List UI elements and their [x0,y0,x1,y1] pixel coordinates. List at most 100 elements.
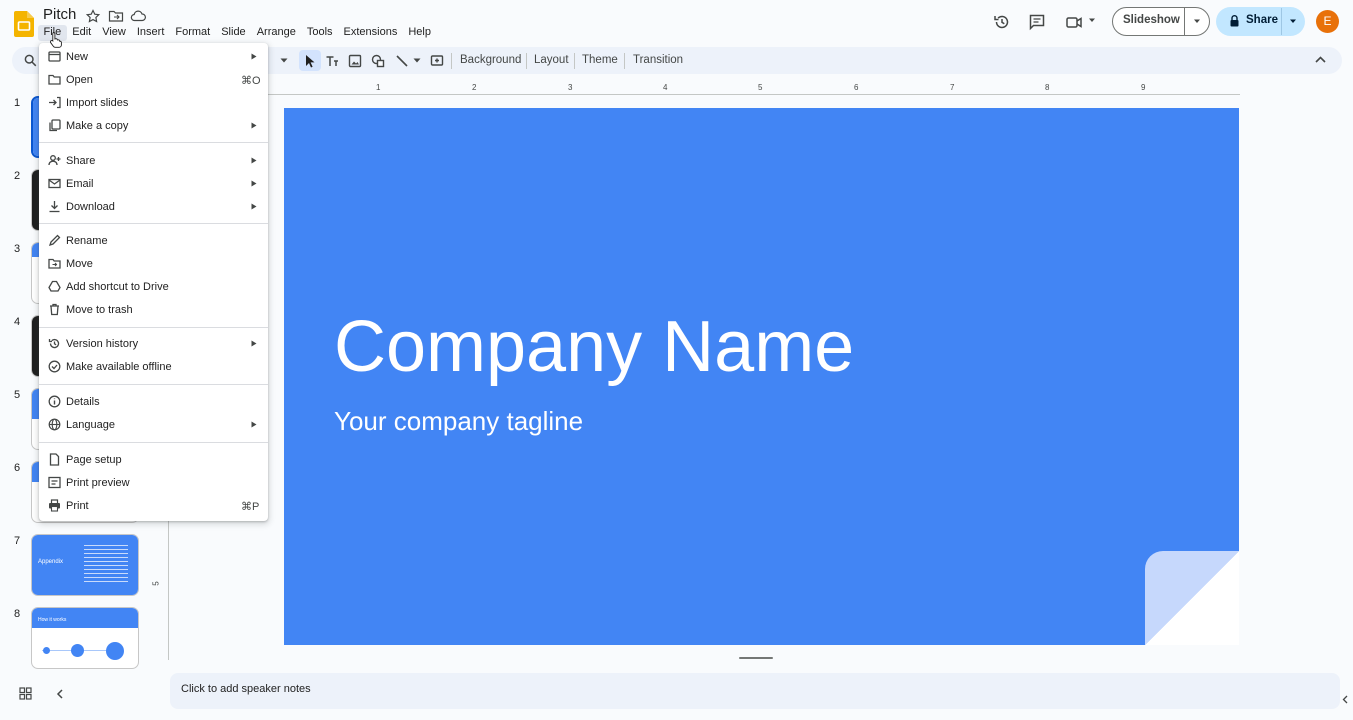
line-tool-icon[interactable] [395,54,409,68]
ruler-number: 9 [1141,83,1146,92]
page-setup-icon [49,453,60,466]
ruler-number: 4 [663,83,668,92]
menu-format[interactable]: Format [170,25,216,41]
slide-thumbnail-8[interactable]: How it works [31,607,139,669]
slide-number: 3 [14,243,21,255]
slideshow-label[interactable]: Slideshow [1123,14,1180,26]
toolbar-separator [451,53,452,69]
lock-icon [1230,15,1239,27]
menu-label: Page setup [66,454,122,466]
download-icon [49,201,60,213]
text-box-icon[interactable] [325,54,339,68]
ruler-number: 2 [472,83,477,92]
background-button[interactable]: Background [460,54,521,66]
menu-label: Language [66,419,115,431]
globe-icon [48,418,61,431]
submenu-arrow-icon [251,157,257,164]
slide-number: 5 [14,389,21,401]
thumbnail-title: Appendix [38,559,64,565]
share-options-icon[interactable] [1289,18,1297,24]
menu-label: Rename [66,235,108,247]
chevron-left-icon[interactable] [56,689,63,699]
insert-image-icon[interactable] [348,54,362,68]
offline-icon [48,360,61,373]
move-to-folder-icon[interactable] [108,9,124,23]
trash-icon [50,303,59,316]
video-call-icon[interactable] [1066,13,1082,31]
slide-number: 2 [14,170,21,182]
rename-icon [48,234,61,247]
video-call-dropdown-icon[interactable] [1088,17,1096,23]
layout-button[interactable]: Layout [534,54,569,66]
shape-icon[interactable] [371,54,385,68]
menu-label: Print preview [66,477,130,489]
menu-label: Print [66,500,89,512]
submenu-arrow-icon [251,340,257,347]
menu-label: Share [66,155,96,167]
menu-arrange[interactable]: Arrange [251,25,301,41]
menu-tools[interactable]: Tools [301,25,338,41]
toolbar-separator [526,53,527,69]
ruler-number: 7 [950,83,955,92]
chevron-up-icon[interactable] [1315,56,1326,63]
menu-label: Email [66,178,94,190]
slide-thumbnail-7[interactable]: Appendix [31,534,139,596]
version-history-icon[interactable] [993,13,1011,31]
slide-canvas[interactable]: Company Name Your company tagline [284,108,1239,645]
zoom-dropdown-icon[interactable] [280,58,288,63]
submenu-arrow-icon [251,180,257,187]
import-icon [49,96,61,109]
menu-help[interactable]: Help [403,25,437,41]
move-folder-icon [48,258,61,269]
speaker-notes-placeholder[interactable]: Click to add speaker notes [181,683,311,695]
menu-view[interactable]: View [97,25,132,41]
line-dropdown-icon[interactable] [413,58,421,63]
menu-label: Make a copy [66,120,129,132]
ruler-number: 6 [854,83,859,92]
menu-label: Move to trash [66,304,133,316]
cursor-select-icon [306,55,315,68]
folder-icon [48,74,61,85]
speaker-notes-area[interactable] [170,673,1340,709]
menu-edit[interactable]: Edit [67,25,97,41]
account-avatar[interactable]: E [1316,10,1339,33]
toolbar-separator [574,53,575,69]
print-preview-icon [48,476,61,489]
search-menus-icon[interactable] [24,54,37,67]
thumbnail-dot [71,644,84,657]
comments-icon[interactable] [1028,13,1046,31]
thumbnail-dot [43,647,50,654]
slide-number: 6 [14,462,21,474]
slide-title[interactable]: Company Name [334,306,854,388]
menu-label: Details [66,396,100,408]
ruler-number: 5 [151,581,161,586]
slideshow-options-icon[interactable] [1193,18,1201,24]
transition-button[interactable]: Transition [633,54,683,66]
slide-tagline[interactable]: Your company tagline [334,406,583,437]
menu-label: Download [66,201,115,213]
copy-icon [49,119,61,132]
menu-label: Import slides [66,97,129,109]
grid-view-icon[interactable] [19,687,32,700]
menu-insert[interactable]: Insert [131,25,170,41]
document-title[interactable]: Pitch [43,6,76,23]
slides-logo-icon[interactable] [14,11,34,37]
horizontal-ruler[interactable] [170,78,1240,95]
ruler-number: 3 [568,83,573,92]
star-icon[interactable] [85,9,101,23]
menu-extensions[interactable]: Extensions [338,25,403,41]
submenu-arrow-icon [251,203,257,210]
cloud-saved-icon[interactable] [130,9,146,23]
comment-add-icon[interactable] [430,54,444,68]
theme-button[interactable]: Theme [582,54,618,66]
notes-resize-handle[interactable] [739,657,773,659]
menu-separator [39,442,268,443]
share-label[interactable]: Share [1246,14,1278,26]
ruler-number: 8 [1045,83,1050,92]
keyboard-shortcut: ⌘P [241,501,260,513]
thumbnail-title: How it works [38,617,67,623]
menu-bar: File Edit View Insert Format Slide Arran… [38,25,436,41]
side-panel-chevron-icon[interactable] [1342,695,1348,704]
menu-slide[interactable]: Slide [216,25,251,41]
slide-number: 1 [14,97,21,109]
